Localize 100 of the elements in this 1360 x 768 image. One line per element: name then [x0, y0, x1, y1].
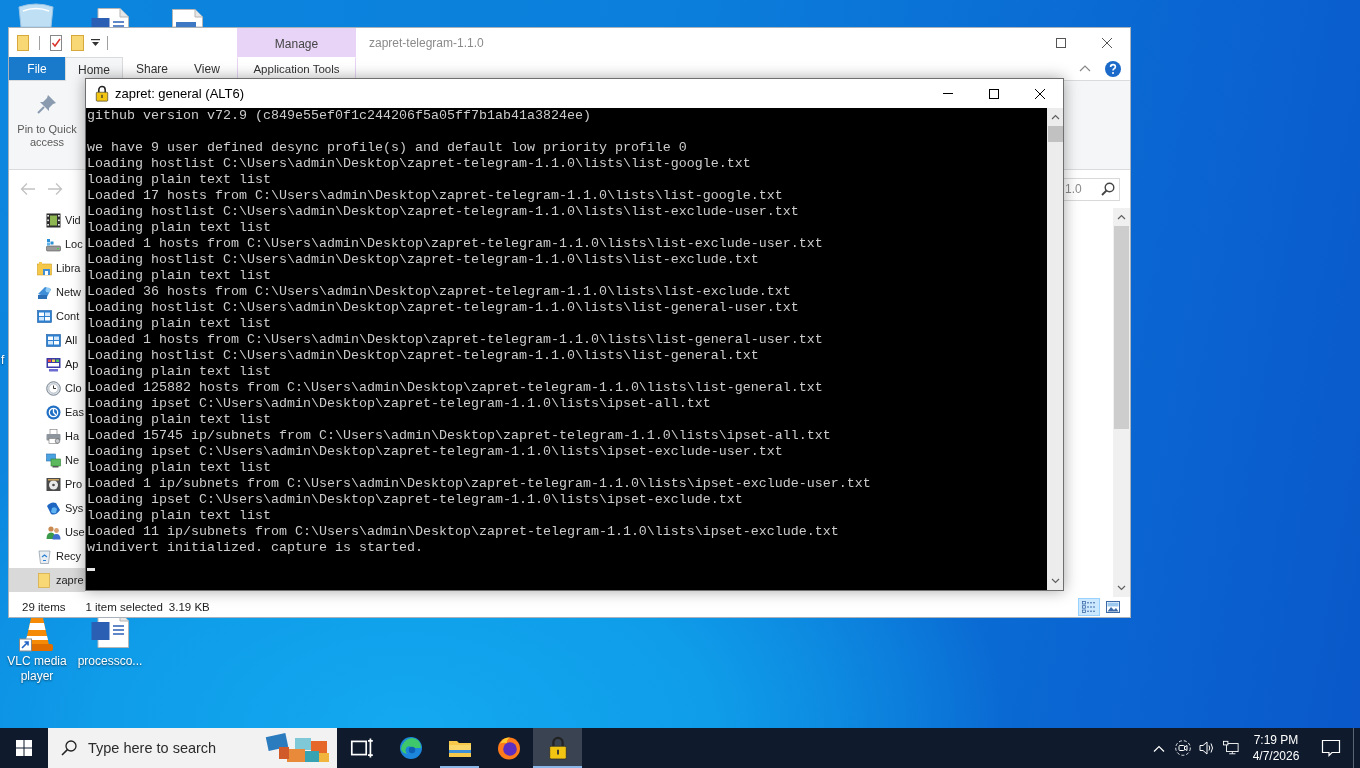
- puzzle-drawing[interactable]: [265, 733, 329, 763]
- search-icon: [61, 740, 77, 756]
- console-line: loading plain text list: [87, 220, 272, 236]
- nav-item[interactable]: Ne: [9, 448, 85, 472]
- ribbon-tab[interactable]: File: [9, 57, 65, 80]
- nav-item[interactable]: Ha: [9, 424, 85, 448]
- network-icon: [37, 284, 52, 300]
- nav-item[interactable]: Pro: [9, 472, 85, 496]
- monitor-icon: [46, 356, 61, 372]
- console-line: Loading hostlist C:\Users\admin\Desktop\zapret-telegram-1.1.0\lists\list-google.txt: [87, 156, 752, 172]
- console-line: Loading hostlist C:\Users\admin\Desktop\zapret-telegram-1.1.0\lists\list-exclude.txt: [87, 252, 760, 268]
- swirl-icon: [398, 736, 423, 760]
- nav-item[interactable]: Clo: [9, 376, 85, 400]
- search-icon[interactable]: [1101, 182, 1115, 196]
- minimize-icon: [943, 93, 953, 94]
- details-view-button[interactable]: [1078, 598, 1100, 616]
- network-monitor-icon[interactable]: [1223, 740, 1239, 756]
- nav-item[interactable]: Sys: [9, 496, 85, 520]
- console-line: Loaded 17 hosts from C:\Users\admin\Desktop\zapret-telegram-1.1.0\lists\list-google.txt: [87, 188, 784, 204]
- nav-item[interactable]: Cont: [9, 304, 85, 328]
- console-line: loading plain text list: [87, 268, 272, 284]
- context-tab-header: Manage: [237, 28, 356, 57]
- window-title: zapret-telegram-1.1.0: [369, 35, 484, 50]
- library-icon: [37, 260, 52, 276]
- help-icon[interactable]: [1105, 60, 1121, 77]
- vertical-scrollbar[interactable]: [1113, 208, 1130, 597]
- console-line: Loading ipset C:\Users\admin\Desktop\zapret-telegram-1.1.0\lists\ipset-exclude.txt: [87, 492, 744, 508]
- nav-item[interactable]: Libra: [9, 256, 85, 280]
- search-field[interactable]: 1.0: [1064, 177, 1120, 201]
- padlock-icon: [95, 85, 109, 102]
- console-line: Loaded 1 hosts from C:\Users\admin\Desktop\zapret-telegram-1.1.0\lists\list-general-user.txt: [87, 332, 824, 348]
- console-line: Loaded 15745 ip/subnets from C:\Users\admin\Desktop\zapret-telegram-1.1.0\lists\ipset-all.txt: [87, 428, 832, 444]
- selection-info: 1 item selected: [85, 601, 163, 613]
- nav-item[interactable]: zapre: [9, 568, 85, 592]
- clock-button[interactable]: 7:19 PM 4/7/2026: [1247, 728, 1305, 768]
- maximize-icon: [1056, 37, 1066, 48]
- traffic-cone-icon[interactable]: [19, 618, 55, 652]
- console-line: Loaded 1 ip/subnets from C:\Users\admin\Desktop\zapret-telegram-1.1.0\lists\ipset-exclude-user.txt: [87, 476, 872, 492]
- selection-size: 3.19 KB: [168, 601, 210, 613]
- ribbon-tab[interactable]: View: [181, 57, 233, 80]
- close-icon: [1102, 37, 1112, 48]
- control-panel-icon: [37, 308, 52, 324]
- text-cursor: [87, 568, 95, 571]
- taskbar-button[interactable]: [533, 728, 582, 768]
- picture-icon: [1106, 601, 1120, 613]
- properties-icon[interactable]: [50, 34, 62, 51]
- close-icon: [1035, 88, 1045, 99]
- disc-box-icon: [46, 476, 61, 492]
- drive-icon: [46, 236, 61, 252]
- document-icon[interactable]: [91, 8, 129, 27]
- console-line: loading plain text list: [87, 412, 272, 428]
- nav-item[interactable]: Ap: [9, 352, 85, 376]
- fox-icon: [496, 736, 521, 760]
- recycle-bin-icon: [37, 548, 52, 564]
- network-monitor-icon: [46, 452, 61, 468]
- console-line: loading plain text list: [87, 364, 272, 380]
- console-line: loading plain text list: [87, 460, 272, 476]
- pin-to-quick-access-button[interactable]: Pin to Quick access: [12, 81, 82, 155]
- console-line: Loading hostlist C:\Users\admin\Desktop\zapret-telegram-1.1.0\lists\list-general-user.txt: [87, 300, 800, 316]
- control-panel-icon: [46, 332, 61, 348]
- scrollbar-thumb[interactable]: [1114, 226, 1129, 429]
- document-icon[interactable]: [172, 9, 203, 27]
- nav-item[interactable]: Loc: [9, 232, 85, 256]
- speech-bubble-icon: [1321, 739, 1341, 757]
- users-icon: [46, 524, 61, 540]
- console-line: loading plain text list: [87, 316, 272, 332]
- nav-item[interactable]: Recy: [9, 544, 85, 568]
- dropdown-caret-icon[interactable]: [91, 38, 100, 47]
- scrollbar-thumb[interactable]: [1047, 126, 1063, 142]
- desktop-icon-label[interactable]: f: [1, 353, 5, 368]
- nav-item[interactable]: Netw: [9, 280, 85, 304]
- speaker-icon[interactable]: [1199, 740, 1215, 756]
- nav-item[interactable]: Use: [9, 520, 85, 544]
- console-line: Loading hostlist C:\Users\admin\Desktop\zapret-telegram-1.1.0\lists\list-general.txt: [87, 348, 760, 364]
- film-icon: [46, 212, 61, 228]
- nav-item[interactable]: All: [9, 328, 85, 352]
- console-line: loading plain text list: [87, 172, 272, 188]
- console-line: Loaded 11 ip/subnets from C:\Users\admin\Desktop\zapret-telegram-1.1.0\lists\ipset-exclude.txt: [87, 524, 840, 540]
- console-line: github version v72.9 (c849e55ef0f1c244206f5a05ff7b1ab41a3824ee): [87, 108, 592, 124]
- chevron-up-icon[interactable]: [1117, 214, 1126, 220]
- document-icon[interactable]: [91, 618, 129, 648]
- printer-icon: [46, 428, 61, 444]
- chevron-down-icon[interactable]: [1050, 578, 1060, 584]
- pin-icon: [37, 94, 57, 114]
- item-count: 29 items: [22, 601, 66, 613]
- list-icon: [1082, 601, 1096, 613]
- console-line: Loading hostlist C:\Users\admin\Desktop\zapret-telegram-1.1.0\lists\list-exclude-user.txt: [87, 204, 800, 220]
- recycle-bin-icon[interactable]: [17, 3, 55, 27]
- windows-logo-icon: [16, 740, 32, 756]
- ribbon-tab[interactable]: Home: [65, 57, 123, 81]
- camera-icon[interactable]: [1175, 740, 1191, 756]
- chevron-down-icon[interactable]: [1117, 585, 1126, 591]
- nav-item[interactable]: Eas: [9, 400, 85, 424]
- ribbon-tab[interactable]: Share: [123, 57, 182, 80]
- vertical-scrollbar[interactable]: [1047, 108, 1063, 590]
- maximize-icon: [989, 88, 999, 99]
- nav-item[interactable]: Vid: [9, 208, 85, 232]
- console-line: we have 9 user defined desync profile(s) and default low priority profile 0: [87, 140, 688, 156]
- folder-icon: [37, 572, 52, 588]
- console-line: Loading ipset C:\Users\admin\Desktop\zapret-telegram-1.1.0\lists\ipset-exclude-user.txt: [87, 444, 784, 460]
